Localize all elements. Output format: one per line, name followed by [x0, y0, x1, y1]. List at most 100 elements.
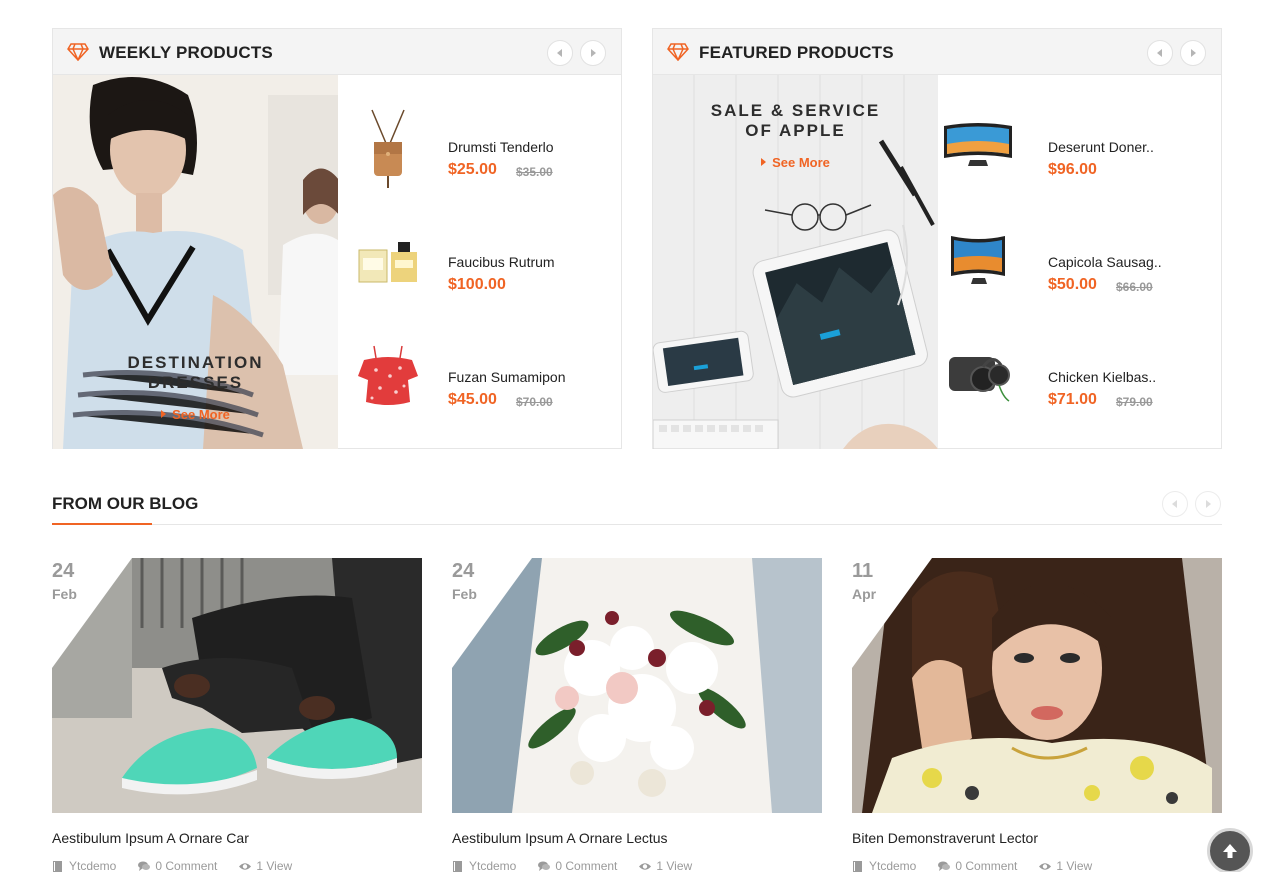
banner-see-more-link[interactable]: See More	[53, 407, 338, 422]
post-meta: Ytcdemo 0 Comment 1 View	[452, 859, 692, 872]
product-name[interactable]: Fuzan Sumamipon	[448, 369, 566, 385]
banner-line-2: OF APPLE	[745, 121, 846, 140]
comments-icon	[938, 861, 951, 871]
curved-tv-icon	[938, 210, 1018, 310]
destination-dresses-banner[interactable]: DESTINATION DRESSES See More	[53, 75, 338, 449]
product-name[interactable]: Deserunt Doner..	[1048, 139, 1154, 155]
banner-line-2: DRESSES	[147, 373, 244, 392]
post-day: 11	[852, 560, 874, 582]
product-name[interactable]: Faucibus Rutrum	[448, 254, 555, 270]
caret-right-icon	[1191, 49, 1196, 57]
caret-left-icon	[1157, 49, 1162, 57]
post-title-link[interactable]: Aestibulum Ipsum A Ornare Car	[52, 830, 249, 846]
diamond-icon	[667, 43, 689, 61]
banner-see-more-link[interactable]: See More	[653, 155, 938, 170]
post-author[interactable]: Ytcdemo	[52, 859, 116, 872]
featured-product-list: Deserunt Doner.. $96.00 Capicola Sausag.…	[938, 75, 1221, 449]
sale-service-apple-banner[interactable]: SALE & SERVICE OF APPLE See More	[653, 75, 938, 449]
post-views: 1 View	[239, 859, 292, 872]
post-comments[interactable]: 0 Comment	[538, 859, 617, 872]
eye-icon	[639, 862, 652, 870]
featured-products-title: FEATURED PRODUCTS	[699, 43, 894, 62]
weekly-next-button[interactable]	[580, 40, 606, 66]
comments-icon	[138, 861, 151, 871]
post-title-link[interactable]: Biten Demonstraverunt Lector	[852, 830, 1038, 846]
see-more-label: See More	[172, 407, 230, 422]
list-item[interactable]: Capicola Sausag.. $50.00 $66.00	[938, 210, 1221, 310]
comments-icon	[538, 861, 551, 871]
caret-right-icon	[161, 410, 167, 418]
product-old-price: $35.00	[516, 165, 553, 179]
featured-products-header: FEATURED PRODUCTS	[653, 29, 1221, 75]
list-item[interactable]: Deserunt Doner.. $96.00	[938, 95, 1221, 195]
weekly-product-list: Drumsti Tenderlo $25.00 $35.00 Faucibus …	[338, 75, 621, 449]
product-price: $100.00	[448, 276, 506, 293]
views-label: 1 View	[1056, 859, 1093, 872]
product-old-price: $70.00	[516, 395, 553, 409]
banner-line-1: DESTINATION	[127, 353, 264, 372]
list-item[interactable]: Chicken Kielbas.. $71.00 $79.00	[938, 325, 1221, 425]
post-author[interactable]: Ytcdemo	[452, 859, 516, 872]
post-author[interactable]: Ytcdemo	[852, 859, 916, 872]
headphones-icon	[938, 325, 1018, 425]
post-month: Feb	[452, 586, 477, 602]
product-price: $96.00	[1048, 161, 1097, 178]
comments-label: 0 Comment	[955, 859, 1018, 872]
product-price: $71.00	[1048, 391, 1097, 408]
banner-line-1: SALE & SERVICE	[710, 101, 881, 120]
perfume-bottle-icon	[348, 210, 428, 310]
caret-right-icon	[1206, 500, 1211, 508]
product-name[interactable]: Chicken Kielbas..	[1048, 369, 1156, 385]
post-meta: Ytcdemo 0 Comment 1 View	[852, 859, 1092, 872]
book-icon	[853, 860, 862, 872]
product-old-price: $79.00	[1116, 395, 1153, 409]
post-comments[interactable]: 0 Comment	[138, 859, 217, 872]
blog-section-title: FROM OUR BLOG	[52, 494, 199, 513]
views-label: 1 View	[256, 859, 293, 872]
blog-title-underline	[52, 523, 152, 525]
featured-next-button[interactable]	[1180, 40, 1206, 66]
post-views: 1 View	[639, 859, 692, 872]
eye-icon	[239, 862, 252, 870]
post-month: Apr	[852, 586, 877, 602]
comments-label: 0 Comment	[155, 859, 218, 872]
blog-post-card: 11 Apr Biten Demonstraverunt Lector Ytcd…	[852, 558, 1222, 872]
featured-products-panel: FEATURED PRODUCTS SALE & SERVICE OF APPL…	[652, 28, 1222, 449]
blog-post-card: 24 Feb Aestibulum Ipsum A Ornare Car Ytc…	[52, 558, 422, 872]
product-name[interactable]: Capicola Sausag..	[1048, 254, 1162, 270]
product-price: $25.00	[448, 161, 497, 178]
blog-next-button[interactable]	[1195, 491, 1221, 517]
post-comments[interactable]: 0 Comment	[938, 859, 1017, 872]
book-icon	[453, 860, 462, 872]
blog-post-card: 24 Feb Aestibulum Ipsum A Ornare Lectus …	[452, 558, 822, 872]
post-title-link[interactable]: Aestibulum Ipsum A Ornare Lectus	[452, 830, 668, 846]
book-icon	[53, 860, 62, 872]
blog-prev-button[interactable]	[1162, 491, 1188, 517]
post-month: Feb	[52, 586, 77, 602]
sneakers-photo[interactable]: 24 Feb	[52, 558, 422, 813]
caret-left-icon	[1172, 500, 1177, 508]
blog-divider	[52, 524, 1222, 525]
list-item[interactable]: Faucibus Rutrum $100.00	[338, 210, 621, 310]
post-meta: Ytcdemo 0 Comment 1 View	[52, 859, 292, 872]
scroll-to-top-button[interactable]	[1207, 828, 1253, 872]
eye-icon	[1039, 862, 1052, 870]
list-item[interactable]: Drumsti Tenderlo $25.00 $35.00	[338, 95, 621, 195]
bridal-bouquet-photo[interactable]: 24 Feb	[452, 558, 822, 813]
post-views: 1 View	[1039, 859, 1092, 872]
weekly-products-panel: WEEKLY PRODUCTS DESTINATION DRESSES See …	[52, 28, 622, 449]
list-item[interactable]: Fuzan Sumamipon $45.00 $70.00	[338, 325, 621, 425]
caret-right-icon	[591, 49, 596, 57]
author-label: Ytcdemo	[869, 859, 917, 872]
weekly-prev-button[interactable]	[547, 40, 573, 66]
see-more-label: See More	[772, 155, 830, 170]
comments-label: 0 Comment	[555, 859, 618, 872]
curved-tv-icon	[938, 95, 1018, 195]
red-floral-top-icon	[348, 325, 428, 425]
featured-prev-button[interactable]	[1147, 40, 1173, 66]
views-label: 1 View	[656, 859, 693, 872]
post-day: 24	[52, 560, 75, 582]
caret-right-icon	[761, 158, 767, 166]
woman-portrait-photo[interactable]: 11 Apr	[852, 558, 1222, 813]
product-name[interactable]: Drumsti Tenderlo	[448, 139, 554, 155]
